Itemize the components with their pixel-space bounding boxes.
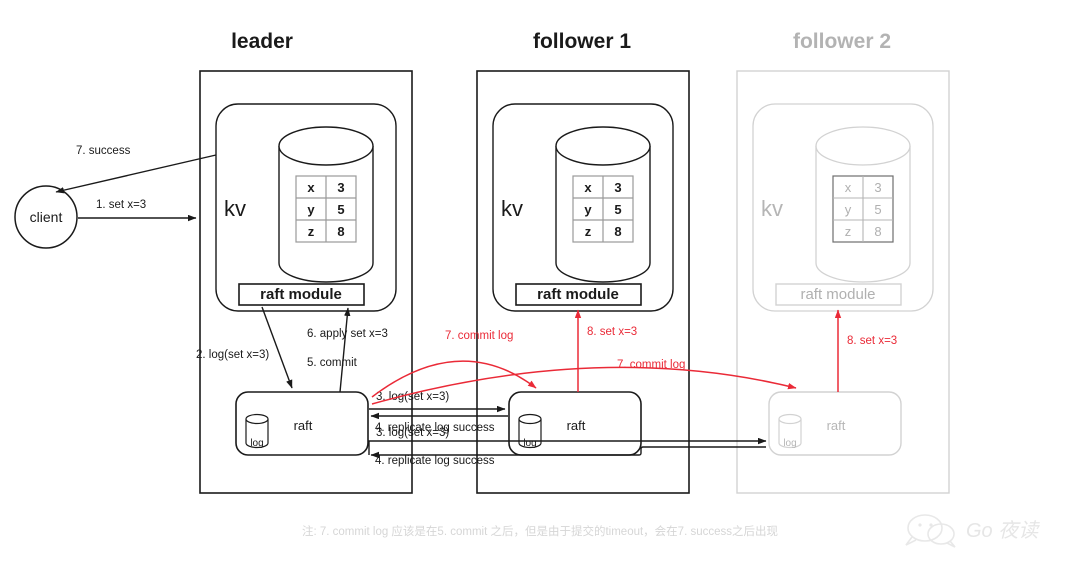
follower2-raft-label: raft [827, 418, 846, 433]
follower1-cell-key-1: y [584, 202, 592, 217]
leader-cell-key-1: y [307, 202, 315, 217]
follower2-cell-value-0: 3 [874, 180, 881, 195]
edge-label-5-commit: 5. commit [307, 357, 358, 369]
follower1-cell-value-2: 8 [614, 224, 621, 239]
watermark-label: Go 夜读 [966, 520, 1040, 542]
edge-label-7-commit-log-f1: 7. commit log [445, 330, 513, 342]
follower2-raft-module-label: raft module [800, 286, 875, 303]
edge-label-3-log-f2: 3. log(set x=3) [376, 427, 449, 439]
node-follower-2[interactable]: follower 2 kv x 3 y 5 z 8 raft module ra… [736, 30, 950, 494]
follower1-raft-module-label: raft module [537, 286, 619, 303]
follower1-cell-value-1: 5 [614, 202, 621, 217]
follower1-raft-label: raft [567, 418, 586, 433]
raft-consensus-diagram: leader kv x 3 y 5 z 8 raft module raft l… [0, 0, 1080, 570]
diagram-canvas: leader kv x 3 y 5 z 8 raft module raft l… [0, 0, 1080, 570]
follower2-kv-label: kv [761, 196, 783, 221]
edge-label-1-set-x: 1. set x=3 [96, 199, 146, 211]
follower1-kv-label: kv [501, 196, 523, 221]
edge-label-6-apply: 6. apply set x=3 [307, 328, 388, 340]
follower1-cell-value-0: 3 [614, 180, 621, 195]
follower2-cell-key-1: y [845, 202, 852, 217]
edge-label-4-replicate-f2: 4. replicate log success [375, 455, 495, 467]
node-follower-1[interactable]: follower 1 kv x 3 y 5 z 8 raft module ra… [476, 30, 690, 494]
edge-label-8-set-x-f2: 8. set x=3 [847, 335, 897, 347]
follower1-cell-key-2: z [585, 224, 592, 239]
leader-cell-value-0: 3 [337, 180, 344, 195]
edge-label-7-success: 7. success [76, 145, 131, 157]
leader-cell-value-2: 8 [337, 224, 344, 239]
footnote-text: 注: 7. commit log 应该是在5. commit 之后，但是由于提交… [302, 524, 778, 538]
leader-cell-value-1: 5 [337, 202, 344, 217]
leader-raft-label: raft [294, 418, 313, 433]
follower1-kv-table: x 3 y 5 z 8 [572, 175, 634, 243]
follower2-cell-key-0: x [845, 180, 852, 195]
leader-cell-key-0: x [307, 180, 315, 195]
edge-label-2-log-set-x: 2. log(set x=3) [196, 349, 269, 361]
follower2-cell-value-2: 8 [874, 224, 881, 239]
leader-kv-table: x 3 y 5 z 8 [295, 175, 357, 243]
follower1-cell-key-0: x [584, 180, 592, 195]
follower2-kv-table: x 3 y 5 z 8 [832, 175, 894, 243]
follower2-cell-key-2: z [845, 224, 852, 239]
edge-label-8-set-x-f1: 8. set x=3 [587, 326, 637, 338]
follower2-log-cylinder: log [778, 413, 802, 449]
follower2-cell-value-1: 5 [874, 202, 881, 217]
follower1-log-label: log [523, 438, 536, 449]
leader-raft-module-label: raft module [260, 286, 342, 303]
client-node[interactable]: client [14, 185, 78, 249]
leader-log-cylinder: log [245, 413, 269, 449]
node-title-follower-1: follower 1 [533, 30, 631, 53]
follower2-log-label: log [783, 438, 796, 449]
leader-kv-label: kv [224, 196, 246, 221]
follower1-log-cylinder: log [518, 413, 542, 449]
leader-log-label: log [250, 438, 263, 449]
edge-label-7-commit-log-f2: 7. commit log [617, 359, 685, 371]
client-label: client [30, 209, 63, 225]
node-title-leader: leader [231, 30, 293, 53]
leader-cell-key-2: z [308, 224, 315, 239]
node-title-follower-2: follower 2 [793, 30, 891, 53]
